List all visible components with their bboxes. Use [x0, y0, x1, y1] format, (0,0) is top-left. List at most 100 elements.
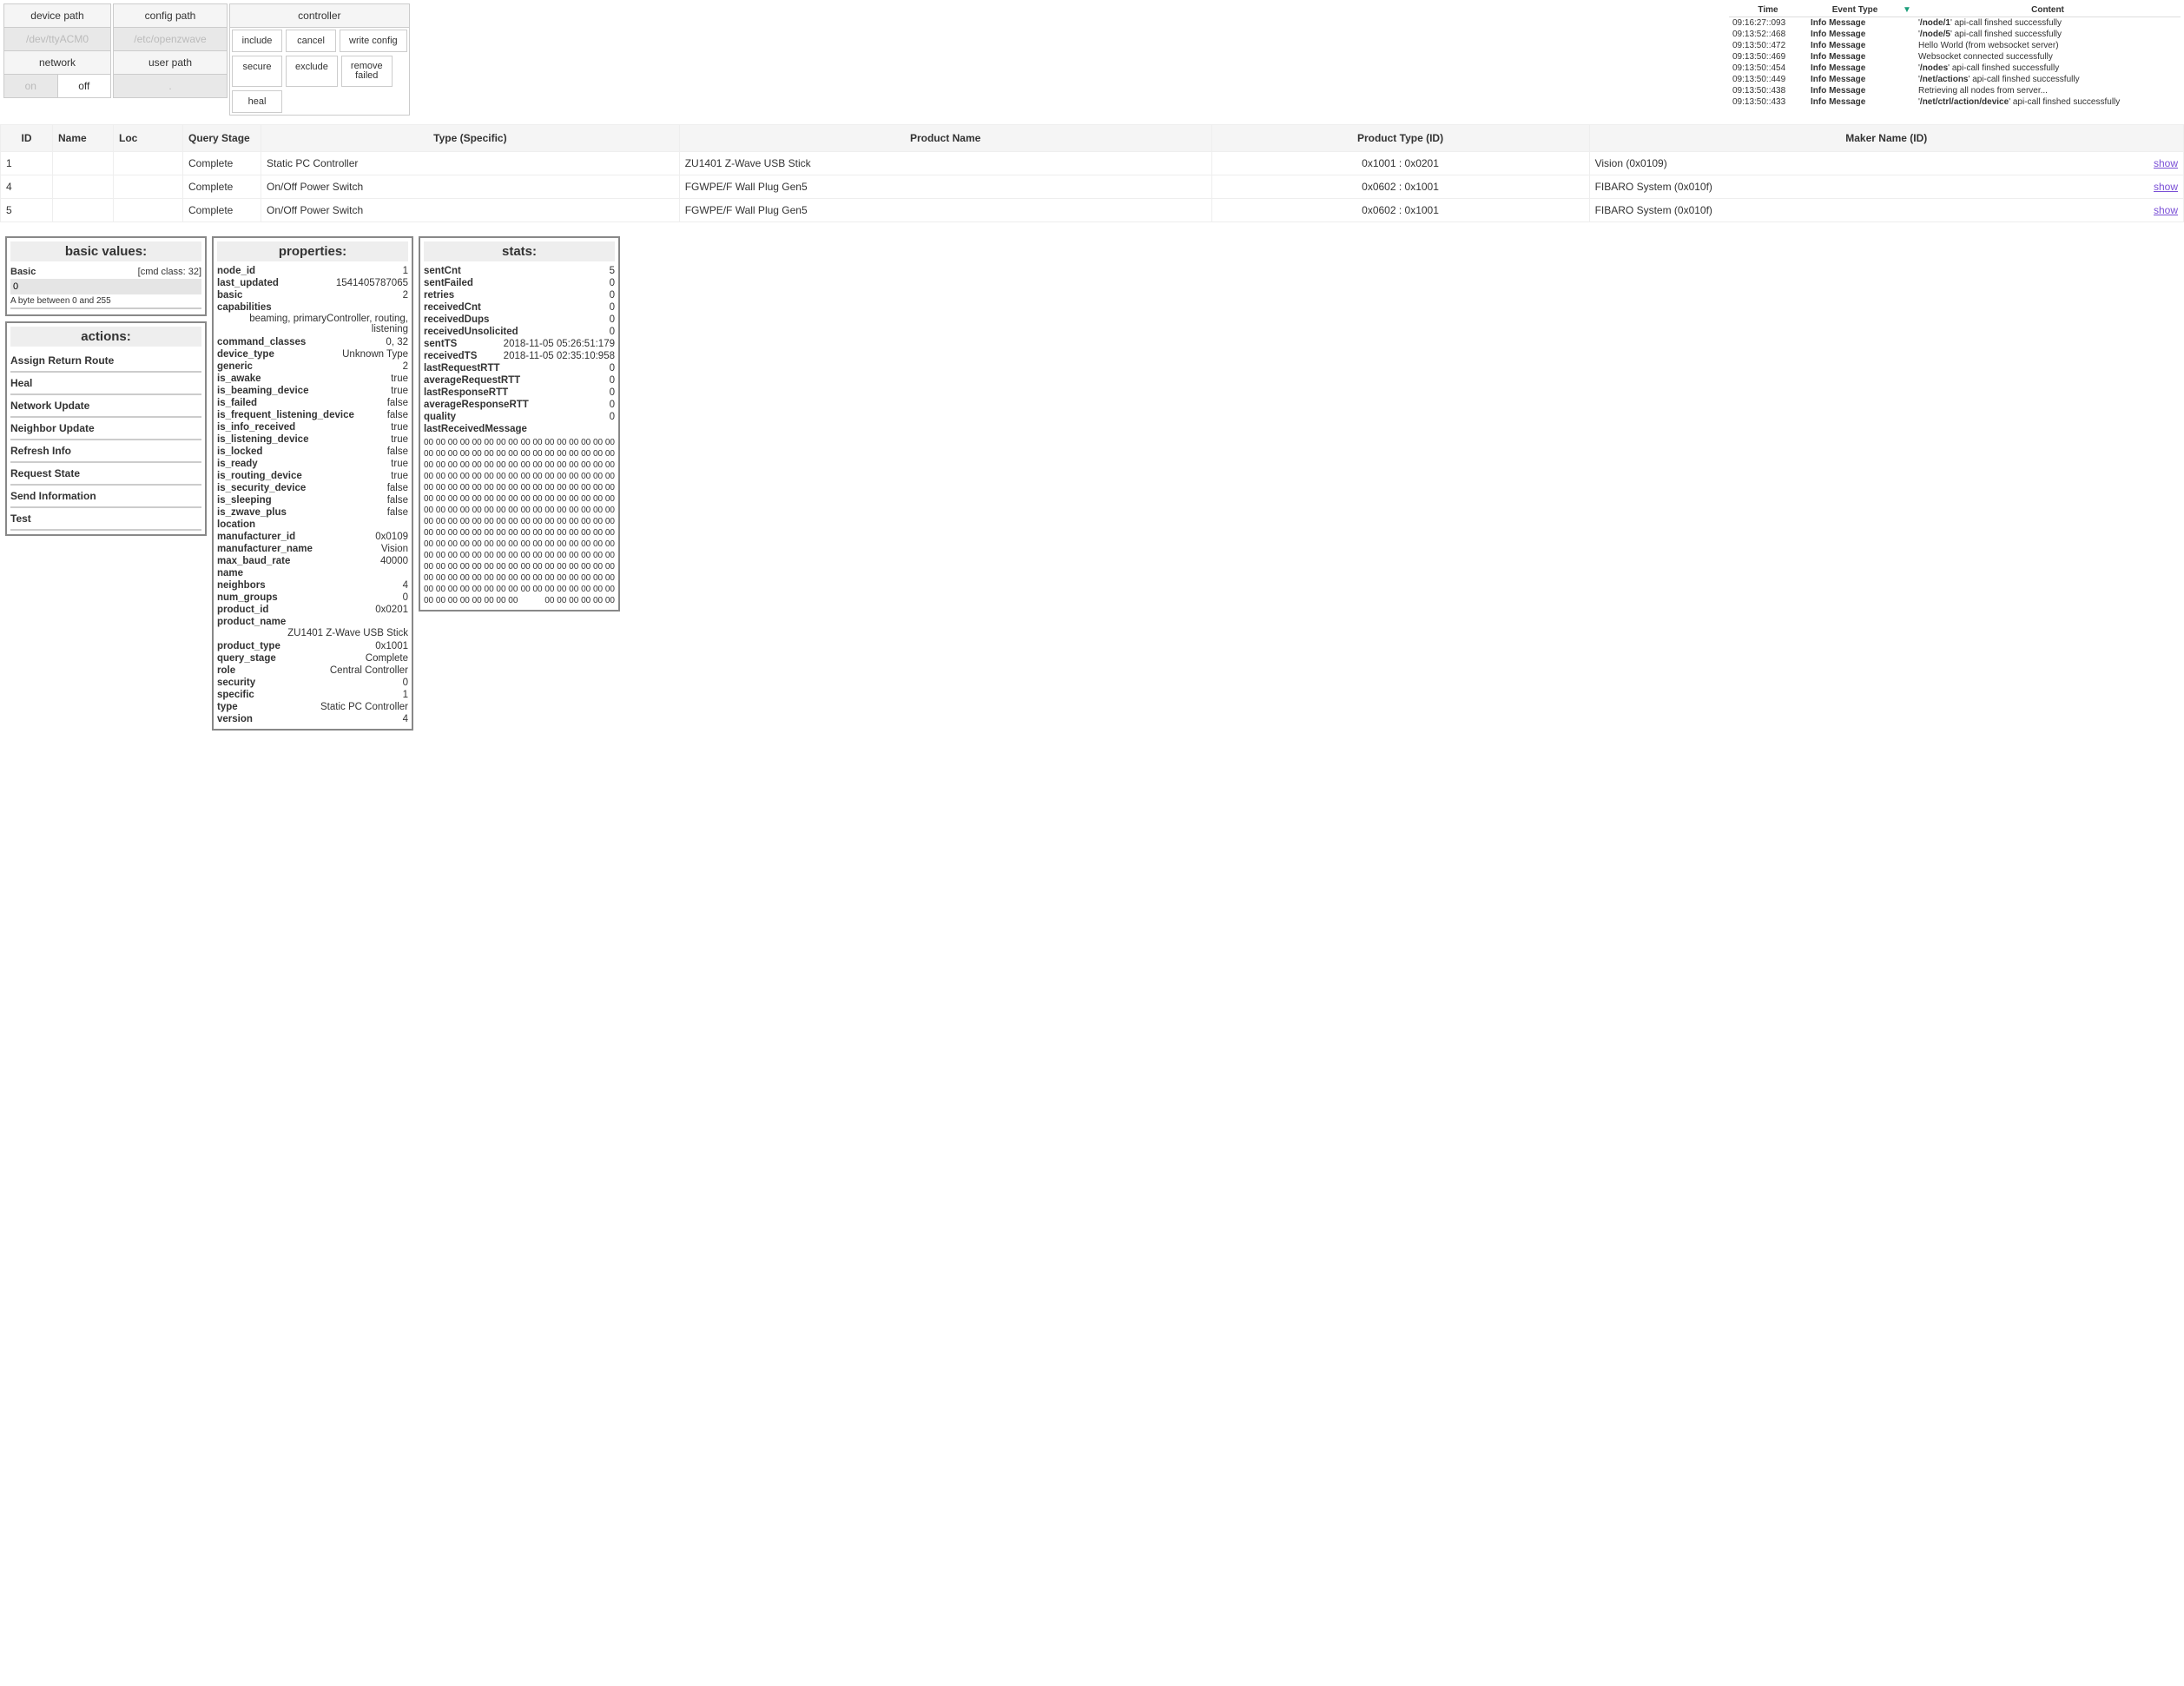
col-query[interactable]: Query Stage [183, 125, 261, 152]
stat-row: lastRequestRTT0 [424, 362, 615, 374]
property-row: is_readytrue [217, 458, 408, 470]
property-row: manufacturer_id0x0109 [217, 531, 408, 543]
nodes-table: ID Name Loc Query Stage Type (Specific) … [0, 124, 2184, 222]
cancel-button[interactable]: cancel [286, 30, 336, 52]
action-item[interactable]: Neighbor Update [10, 418, 201, 440]
property-row: command_classes0, 32 [217, 336, 408, 348]
secure-button[interactable]: secure [232, 56, 282, 87]
stat-row: receivedUnsolicited0 [424, 326, 615, 338]
property-row: is_zwave_plusfalse [217, 506, 408, 519]
stat-row: receivedDups0 [424, 314, 615, 326]
action-item[interactable]: Assign Return Route [10, 350, 201, 373]
user-path-input[interactable]: . [114, 74, 227, 97]
col-name[interactable]: Name [53, 125, 114, 152]
stat-row: averageResponseRTT0 [424, 399, 615, 411]
action-item[interactable]: Request State [10, 463, 201, 486]
stat-row: lastReceivedMessage [424, 423, 615, 435]
property-row: location [217, 519, 408, 531]
stat-row: sentCnt5 [424, 265, 615, 277]
stat-row: retries0 [424, 289, 615, 301]
network-off-button[interactable]: off [57, 75, 111, 97]
network-label: network [4, 50, 110, 74]
property-value: ZU1401 Z-Wave USB Stick [217, 628, 408, 640]
show-link[interactable]: show [2154, 181, 2178, 193]
log-row: 09:13:50::472Info MessageHello World (fr… [1729, 40, 2181, 51]
basic-values-panel: basic values: Basic [cmd class: 32] A by… [5, 236, 207, 316]
property-value: beaming, primaryController, routing, lis… [217, 314, 408, 336]
property-row: neighbors4 [217, 579, 408, 592]
log-header-type[interactable]: Event Type [1807, 5, 1903, 15]
property-row: name [217, 567, 408, 579]
property-row: security0 [217, 677, 408, 689]
show-link[interactable]: show [2154, 157, 2178, 169]
heal-button[interactable]: heal [232, 90, 282, 113]
config-path-label: config path [114, 4, 227, 28]
log-row: 09:13:50::449Info Message'/net/actions' … [1729, 74, 2181, 85]
include-button[interactable]: include [232, 30, 282, 52]
action-item[interactable]: Network Update [10, 395, 201, 418]
basic-value-input[interactable] [10, 279, 201, 294]
col-product[interactable]: Product Name [679, 125, 1211, 152]
basic-label: Basic [10, 267, 36, 277]
property-row: num_groups0 [217, 592, 408, 604]
property-row: manufacturer_nameVision [217, 543, 408, 555]
device-path-input[interactable] [4, 28, 110, 50]
col-maker[interactable]: Maker Name (ID) [1589, 125, 2183, 152]
action-item[interactable]: Refresh Info [10, 440, 201, 463]
stats-panel: stats: sentCnt5sentFailed0retries0receiv… [419, 236, 620, 612]
property-row: product_type0x1001 [217, 640, 408, 652]
log-header-time[interactable]: Time [1729, 5, 1807, 15]
property-row: is_failedfalse [217, 397, 408, 409]
stat-row: sentTS2018-11-05 05:26:51:179 [424, 338, 615, 350]
user-path-label: user path [114, 50, 227, 74]
basic-hint: A byte between 0 and 255 [10, 294, 201, 309]
property-row: typeStatic PC Controller [217, 701, 408, 713]
log-row: 09:13:50::433Info Message'/net/ctrl/acti… [1729, 96, 2181, 108]
property-row: query_stageComplete [217, 652, 408, 664]
property-row: capabilities [217, 301, 408, 314]
log-row: 09:13:52::468Info Message'/node/5' api-c… [1729, 29, 2181, 40]
properties-panel: properties: node_id1last_updated15414057… [212, 236, 413, 731]
sort-arrow-icon[interactable]: ▼ [1903, 5, 1915, 15]
exclude-button[interactable]: exclude [286, 56, 338, 87]
col-type[interactable]: Type (Specific) [261, 125, 680, 152]
device-path-label: device path [4, 4, 110, 28]
action-item[interactable]: Send Information [10, 486, 201, 508]
log-row: 09:13:50::454Info Message'/nodes' api-ca… [1729, 63, 2181, 74]
stat-row: quality0 [424, 411, 615, 423]
table-row[interactable]: 4CompleteOn/Off Power SwitchFGWPE/F Wall… [1, 175, 2184, 199]
action-item[interactable]: Heal [10, 373, 201, 395]
property-row: product_id0x0201 [217, 604, 408, 616]
property-row: is_beaming_devicetrue [217, 385, 408, 397]
network-on-button[interactable]: on [4, 75, 57, 97]
write-config-button[interactable]: write config [340, 30, 407, 52]
remove-failed-button[interactable]: remove failed [341, 56, 393, 87]
col-ptype[interactable]: Product Type (ID) [1211, 125, 1589, 152]
property-row: roleCentral Controller [217, 664, 408, 677]
property-row: specific1 [217, 689, 408, 701]
table-row[interactable]: 1CompleteStatic PC ControllerZU1401 Z-Wa… [1, 152, 2184, 175]
property-row: version4 [217, 713, 408, 725]
property-row: is_sleepingfalse [217, 494, 408, 506]
log-row: 09:13:50::438Info MessageRetrieving all … [1729, 85, 2181, 96]
stat-row: receivedCnt0 [424, 301, 615, 314]
stats-title: stats: [424, 241, 615, 261]
property-row: product_name [217, 616, 408, 628]
col-loc[interactable]: Loc [114, 125, 183, 152]
action-item[interactable]: Test [10, 508, 201, 531]
actions-title: actions: [10, 327, 201, 347]
config-path-input[interactable] [114, 28, 227, 50]
property-row: max_baud_rate40000 [217, 555, 408, 567]
stat-row: sentFailed0 [424, 277, 615, 289]
property-row: last_updated1541405787065 [217, 277, 408, 289]
event-log: Time Event Type ▼ Content 09:16:27::093I… [1729, 3, 2181, 108]
property-row: is_info_receivedtrue [217, 421, 408, 433]
table-row[interactable]: 5CompleteOn/Off Power SwitchFGWPE/F Wall… [1, 199, 2184, 222]
log-row: 09:16:27::093Info Message'/node/1' api-c… [1729, 17, 2181, 29]
col-id[interactable]: ID [1, 125, 53, 152]
log-header-content[interactable]: Content [1915, 5, 2181, 15]
property-row: is_security_devicefalse [217, 482, 408, 494]
stat-row: averageRequestRTT0 [424, 374, 615, 387]
controller-label: controller [230, 4, 409, 28]
show-link[interactable]: show [2154, 204, 2178, 216]
